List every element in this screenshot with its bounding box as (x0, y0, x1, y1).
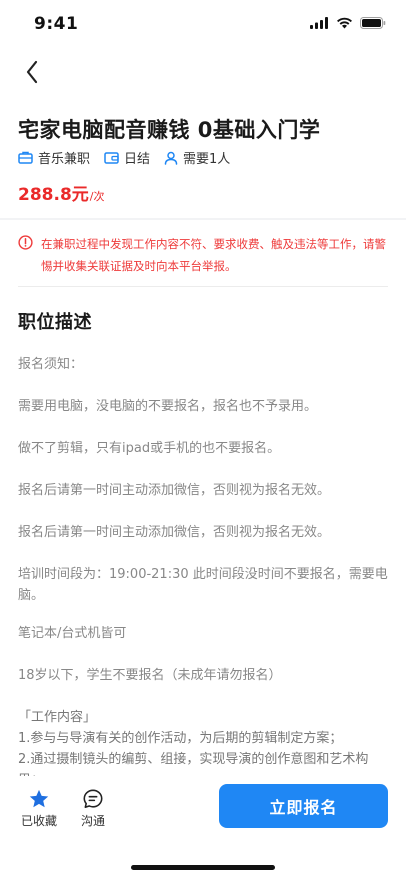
tag-settlement: 日结 (104, 148, 150, 167)
apply-button[interactable]: 立即报名 (219, 784, 388, 828)
status-icons (310, 17, 386, 29)
chat-button[interactable]: 沟通 (71, 788, 115, 829)
tag-category: 音乐兼职 (18, 148, 90, 167)
desc-paragraph: 报名须知： (18, 357, 84, 372)
favorite-label: 已收藏 (20, 814, 57, 828)
description-title: 职位描述 (18, 312, 92, 333)
warning-notice: 在兼职过程中发现工作内容不符、要求收费、触及违法等工作，请警惕并收集关联证据及时… (18, 233, 390, 277)
salary-amount: 288.8元 (18, 185, 89, 205)
desc-paragraph: 笔记本/台式机皆可 (18, 626, 127, 641)
wallet-icon (104, 152, 119, 164)
chat-label: 沟通 (80, 814, 105, 828)
desc-paragraph: 18岁以下，学生不要报名（未成年请勿报名） (18, 668, 282, 683)
job-tags: 音乐兼职 日结 需要1人 (18, 148, 230, 167)
person-icon (164, 151, 178, 165)
home-indicator (131, 865, 275, 870)
tag-headcount-label: 需要1人 (183, 152, 231, 167)
status-time: 9:41 (34, 14, 79, 34)
salary-unit: /次 (89, 190, 105, 203)
desc-paragraph: 报名后请第一时间主动添加微信，否则视为报名无效。 (18, 525, 331, 540)
divider (18, 286, 388, 287)
desc-paragraph: 培训时间段为：19:00-21:30 此时间段没时间不要报名，需要电脑。 (18, 567, 388, 603)
salary: 288.8元 /次 (18, 180, 105, 205)
warning-text: 在兼职过程中发现工作内容不符、要求收费、触及违法等工作，请警惕并收集关联证据及时… (41, 237, 386, 273)
briefcase-icon (18, 151, 33, 164)
battery-icon (360, 17, 386, 29)
signal-icon (310, 17, 328, 29)
chat-icon (83, 789, 103, 809)
back-button[interactable] (18, 58, 46, 86)
section-divider (0, 218, 406, 220)
status-bar: 9:41 (0, 0, 406, 48)
tag-category-label: 音乐兼职 (38, 152, 91, 167)
description-body: 报名须知： 需要用电脑，没电脑的不要报名，报名也不予录用。 做不了剪辑，只有ip… (18, 354, 390, 791)
alert-circle-icon (18, 235, 33, 250)
desc-paragraph: 需要用电脑，没电脑的不要报名，报名也不予录用。 (18, 399, 318, 414)
job-title: 宅家电脑配音赚钱 0基础入门学 (18, 118, 321, 142)
chevron-left-icon (26, 60, 38, 84)
star-icon (29, 789, 49, 808)
bottom-action-bar: 已收藏 沟通 立即报名 (0, 776, 406, 888)
desc-paragraph: 报名后请第一时间主动添加微信，否则视为报名无效。 (18, 483, 331, 498)
wifi-icon (337, 17, 352, 29)
tag-settlement-label: 日结 (124, 152, 151, 167)
tag-headcount: 需要1人 (164, 148, 230, 167)
favorite-button[interactable]: 已收藏 (17, 788, 61, 829)
desc-paragraph: 做不了剪辑，只有ipad或手机的也不要报名。 (18, 441, 281, 456)
